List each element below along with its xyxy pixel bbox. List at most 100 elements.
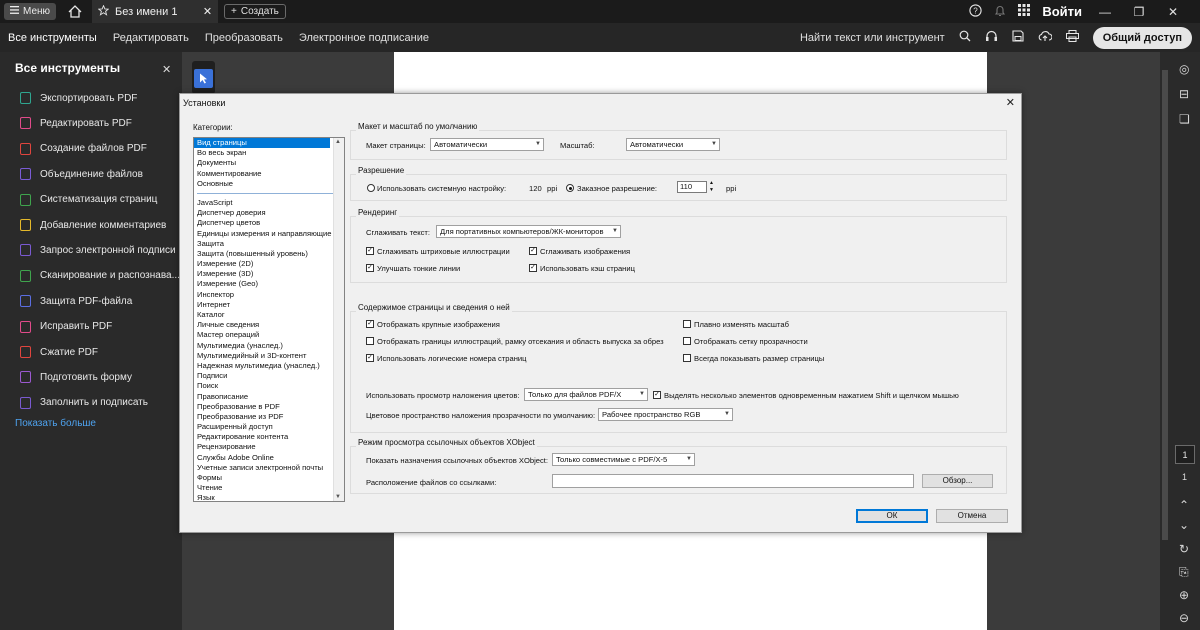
vertical-scrollbar[interactable] [1160, 52, 1170, 630]
shift-select-checkbox[interactable]: ✓ [653, 391, 661, 399]
xobject-targets-select[interactable]: Только совместимые с PDF/X-5 ▼ [552, 453, 695, 466]
category-item[interactable]: Редактирование контента [194, 432, 344, 442]
category-item[interactable]: Формы [194, 473, 344, 483]
category-item[interactable]: Поиск [194, 381, 344, 391]
category-item[interactable]: Учетные записи электронной почты [194, 463, 344, 473]
smooth-images-checkbox[interactable]: ✓ [529, 247, 537, 255]
tool-item[interactable]: Добавление комментариев [20, 216, 166, 234]
document-tab[interactable]: Без имени 1 ✕ [92, 0, 219, 23]
scrollbar-thumb[interactable] [1162, 70, 1168, 540]
category-item[interactable]: Измерение (Geo) [194, 279, 344, 289]
category-item[interactable]: Преобразование из PDF [194, 412, 344, 422]
tool-item[interactable]: Защита PDF-файла [20, 292, 132, 310]
help-icon[interactable]: ? [969, 3, 982, 20]
rotate-icon[interactable]: ↻ [1179, 542, 1189, 556]
category-item[interactable]: JavaScript [194, 198, 344, 208]
scroll-down-icon[interactable]: ▼ [335, 494, 341, 500]
zoom-in-icon[interactable]: ⊕ [1179, 588, 1189, 602]
category-item[interactable]: Надежная мультимедиа (унаслед.) [194, 361, 344, 371]
custom-resolution-input[interactable]: 110 [677, 181, 707, 193]
tool-item[interactable]: Заполнить и подписать [20, 394, 148, 412]
print-icon[interactable] [1065, 30, 1079, 45]
search-icon[interactable] [959, 30, 971, 45]
page-up-icon[interactable]: ⌃ [1179, 498, 1189, 512]
category-item[interactable]: Комментирование [194, 169, 344, 179]
dialog-close-icon[interactable]: ✕ [1006, 96, 1015, 109]
category-item[interactable]: Мультимедиа (унаслед.) [194, 341, 344, 351]
system-resolution-radio[interactable] [367, 184, 375, 192]
category-item[interactable]: Правописание [194, 392, 344, 402]
category-item[interactable]: Инспектор [194, 290, 344, 300]
page-cache-checkbox[interactable]: ✓ [529, 264, 537, 272]
show-more-link[interactable]: Показать больше [15, 418, 96, 429]
category-item[interactable]: Чтение [194, 483, 344, 493]
category-item[interactable]: Во весь экран [194, 148, 344, 158]
category-item[interactable]: Подписи [194, 371, 344, 381]
tool-item[interactable]: Сканирование и распознава... [20, 267, 180, 285]
page-down-icon[interactable]: ⌄ [1179, 518, 1189, 532]
tool-item[interactable]: Экспортировать PDF [20, 89, 137, 107]
apps-grid-icon[interactable] [1018, 4, 1031, 19]
tool-item[interactable]: Исправить PDF [20, 318, 112, 336]
bell-icon[interactable] [994, 4, 1006, 20]
category-item[interactable]: Диспетчер доверия [194, 208, 344, 218]
tab-convert[interactable]: Преобразовать [197, 23, 291, 52]
category-item[interactable]: Службы Adobe Online [194, 453, 344, 463]
share-button[interactable]: Общий доступ [1092, 26, 1192, 49]
category-item[interactable]: Измерение (2D) [194, 259, 344, 269]
upload-cloud-icon[interactable] [1038, 30, 1053, 45]
art-boxes-checkbox[interactable] [366, 337, 374, 345]
page-layout-select[interactable]: Автоматически ▼ [430, 138, 544, 151]
category-item[interactable]: Единицы измерения и направляющие [194, 229, 344, 239]
minimize-icon[interactable]: — [1094, 5, 1116, 19]
category-item[interactable]: Каталог [194, 310, 344, 320]
category-item[interactable]: Расширенный доступ [194, 422, 344, 432]
category-item[interactable]: Преобразование в PDF [194, 402, 344, 412]
zoom-select[interactable]: Автоматически ▼ [626, 138, 720, 151]
category-item[interactable]: Рецензирование [194, 442, 344, 452]
categories-scrollbar[interactable]: ▲ ▼ [333, 138, 344, 501]
category-item[interactable]: Измерение (3D) [194, 269, 344, 279]
tool-item[interactable]: Объединение файлов [20, 165, 143, 183]
page-size-checkbox[interactable] [683, 354, 691, 362]
ok-button[interactable]: ОК [856, 509, 928, 523]
blend-space-select[interactable]: Рабочее пространство RGB ▼ [598, 408, 733, 421]
restore-icon[interactable]: ❐ [1128, 5, 1150, 19]
categories-list[interactable]: Вид страницы Во весь экран Документы Коммен… [193, 137, 345, 502]
page-number-box[interactable]: 1 [1175, 445, 1195, 464]
pages-icon[interactable]: ❏ [1179, 112, 1190, 126]
comment-icon[interactable]: ◎ [1179, 62, 1189, 76]
category-item[interactable]: Защита (повышенный уровень) [194, 249, 344, 259]
category-item[interactable]: Вид страницы [194, 138, 330, 149]
category-item[interactable]: Защита [194, 239, 344, 249]
tool-item[interactable]: Запрос электронной подписи [20, 241, 176, 259]
spin-up-icon[interactable]: ▲ [709, 180, 714, 186]
tool-item[interactable]: Создание файлов PDF [20, 140, 147, 158]
smooth-zoom-checkbox[interactable] [683, 320, 691, 328]
tool-item[interactable]: Подготовить форму [20, 368, 132, 386]
category-item[interactable]: Интернет [194, 300, 344, 310]
tool-item[interactable]: Редактировать PDF [20, 114, 132, 132]
tool-item[interactable]: Сжатие PDF [20, 343, 98, 361]
tab-all-tools[interactable]: Все инструменты [0, 23, 105, 52]
category-item[interactable]: Основные [194, 179, 344, 189]
fit-page-icon[interactable]: ⎘ [1179, 565, 1189, 580]
login-button[interactable]: Войти [1042, 4, 1082, 19]
read-aloud-icon[interactable] [985, 30, 998, 45]
logical-page-numbers-checkbox[interactable]: ✓ [366, 354, 374, 362]
menu-button[interactable]: Меню [4, 3, 57, 20]
category-item[interactable]: Диспетчер цветов [194, 218, 344, 228]
category-item[interactable]: Документы [194, 158, 344, 168]
panel-close-icon[interactable]: ✕ [162, 63, 171, 76]
create-button[interactable]: + Создать [224, 4, 286, 19]
category-item[interactable]: Мультимедийный и 3D-контент [194, 351, 344, 361]
custom-resolution-radio[interactable] [566, 184, 574, 192]
tab-e-sign[interactable]: Электронное подписание [291, 23, 437, 52]
find-text-label[interactable]: Найти текст или инструмент [800, 32, 945, 44]
bookmark-icon[interactable]: ⊟ [1179, 87, 1189, 101]
overprint-select[interactable]: Только для файлов PDF/X ▼ [524, 388, 648, 401]
cancel-button[interactable]: Отмена [936, 509, 1008, 523]
category-item[interactable]: Мастер операций [194, 330, 344, 340]
category-item[interactable]: Личные сведения [194, 320, 344, 330]
save-icon[interactable] [1012, 30, 1024, 45]
